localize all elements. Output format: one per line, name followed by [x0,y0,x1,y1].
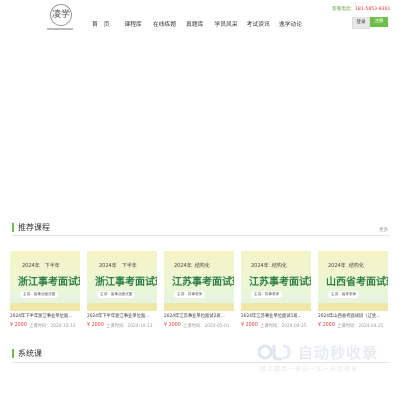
site-logo[interactable]: 凌学 [47,4,73,32]
nav-course-library[interactable]: 课程库 [124,19,141,33]
course-price: ¥ 2000 [87,323,104,328]
recommended-section-title: 推荐课程 [12,223,50,232]
thumb-teacher: 主讲：省事业面试团 [20,291,59,298]
watermark-logo-icon [258,344,291,361]
more-link[interactable]: 更多 [379,227,388,233]
hotline-label: 客服电话： [332,7,355,12]
course-name[interactable]: 2024年江苏事业单位面试1班... [241,313,311,319]
main-nav: 首 页 课程库 在线练题 真题库 学员风采 考试资讯 逸学动论 [92,19,302,33]
course-card[interactable]: 2024年 下半年 浙江事考面试班 主讲：省事业面试团 2024年下半年浙江事业… [10,251,80,331]
thumb-title: 江苏事考面试班 [172,277,234,288]
watermark: 自动秒收录 做上精品一来访一次一自动收录 [258,336,398,378]
watermark-text: 自动秒收录 [298,344,379,362]
thumb-title: 浙江事考面试班 [18,277,80,288]
hotline: 客服电话：181-5853-8361 [332,6,390,12]
logo-underline [47,28,73,30]
thumb-year: 2024年 下半年 [99,263,137,269]
nav-discussion[interactable]: 逸学动论 [279,19,302,33]
course-date: 上课时间：2024-04-25 [260,324,307,329]
course-thumbnail: 2024年 下半年 浙江事考面试班 主讲：省事业面试团 [10,251,80,311]
thumb-stripe [164,303,234,311]
course-card[interactable]: 2024年 下半年 浙江事考面试班 主讲：省事业面试团 2024年下半年浙江事业… [87,251,157,331]
course-thumbnail: 2024年 .结构化 江苏事考面试班 主讲：苏事老师 [241,251,311,311]
course-price: ¥ 2000 [10,323,27,328]
login-button[interactable]: 登录 [352,17,370,29]
thumb-title: 浙江事考面试班 [95,277,157,288]
course-date: 上课时间：2024-05-01 [183,324,230,329]
thumb-teacher: 主讲：省事业面试团 [97,291,136,298]
course-card[interactable]: 2024年 .结构化 江苏事考面试班 主讲：苏事老师 2024年江苏事业单位面试… [164,251,234,331]
course-thumbnail: 2024年 下半年 浙江事考面试班 主讲：省事业面试团 [87,251,157,311]
thumb-teacher: 主讲：省考老师 [328,291,360,298]
nav-home[interactable]: 首 页 [92,19,109,33]
nav-online-practice[interactable]: 在线练题 [153,19,176,33]
thumb-title: 江苏事考面试班 [249,277,311,288]
course-thumbnail: 2024年 .结构化 山西省考面试班 主讲：省考老师 [318,251,388,311]
course-price: ¥ 2000 [241,323,258,328]
course-name[interactable]: 2024年江苏事业单位面试2班... [164,313,234,319]
logo-mark: 凌学 [50,4,72,26]
section-divider [12,235,390,236]
thumb-year: 2024年 .结构化 [251,263,287,269]
course-name[interactable]: 2024年山西省考面试班（辽金... [318,313,388,319]
course-name[interactable]: 2024年下半年浙江事业单位面... [10,313,80,319]
course-card[interactable]: 2024年 .结构化 山西省考面试班 主讲：省考老师 2024年山西省考面试班（… [318,251,388,331]
thumb-year: 2024年 .结构化 [328,263,364,269]
thumb-stripe [10,303,80,311]
course-date: 上课时间：2024-10-13 [29,324,76,329]
course-card[interactable]: 2024年 .结构化 江苏事考面试班 主讲：苏事老师 2024年江苏事业单位面试… [241,251,311,331]
thumb-title: 山西省考面试班 [326,277,388,288]
thumb-teacher: 主讲：苏事老师 [251,291,283,298]
thumb-year: 2024年 .结构化 [174,263,210,269]
course-date: 上课时间：2024-04-25 [337,324,384,329]
system-section-title: 系统课 [12,349,42,358]
watermark-subtext: 做上精品一来访一次一自动收录 [260,366,359,373]
course-date: 上课时间：2024-10-13 [106,324,153,329]
thumb-stripe [318,303,388,311]
nav-student-showcase[interactable]: 学员风采 [214,19,237,33]
register-button[interactable]: 注册 [370,17,388,27]
course-price: ¥ 2000 [318,323,335,328]
thumb-stripe [87,303,157,311]
site-header: 凌学 首 页 课程库 在线练题 真题库 学员风采 考试资讯 逸学动论 客服电话：… [0,0,400,46]
nav-past-papers[interactable]: 真题库 [186,19,203,33]
thumb-year: 2024年 下半年 [22,263,60,269]
thumb-teacher: 主讲：苏事老师 [174,291,206,298]
course-name[interactable]: 2024年下半年浙江事业单位面... [87,313,157,319]
nav-exam-news[interactable]: 考试资讯 [247,19,270,33]
course-price: ¥ 2000 [164,323,181,328]
hotline-number: 181-5853-8361 [354,7,391,12]
course-thumbnail: 2024年 .结构化 江苏事考面试班 主讲：苏事老师 [164,251,234,311]
thumb-stripe [241,303,311,311]
